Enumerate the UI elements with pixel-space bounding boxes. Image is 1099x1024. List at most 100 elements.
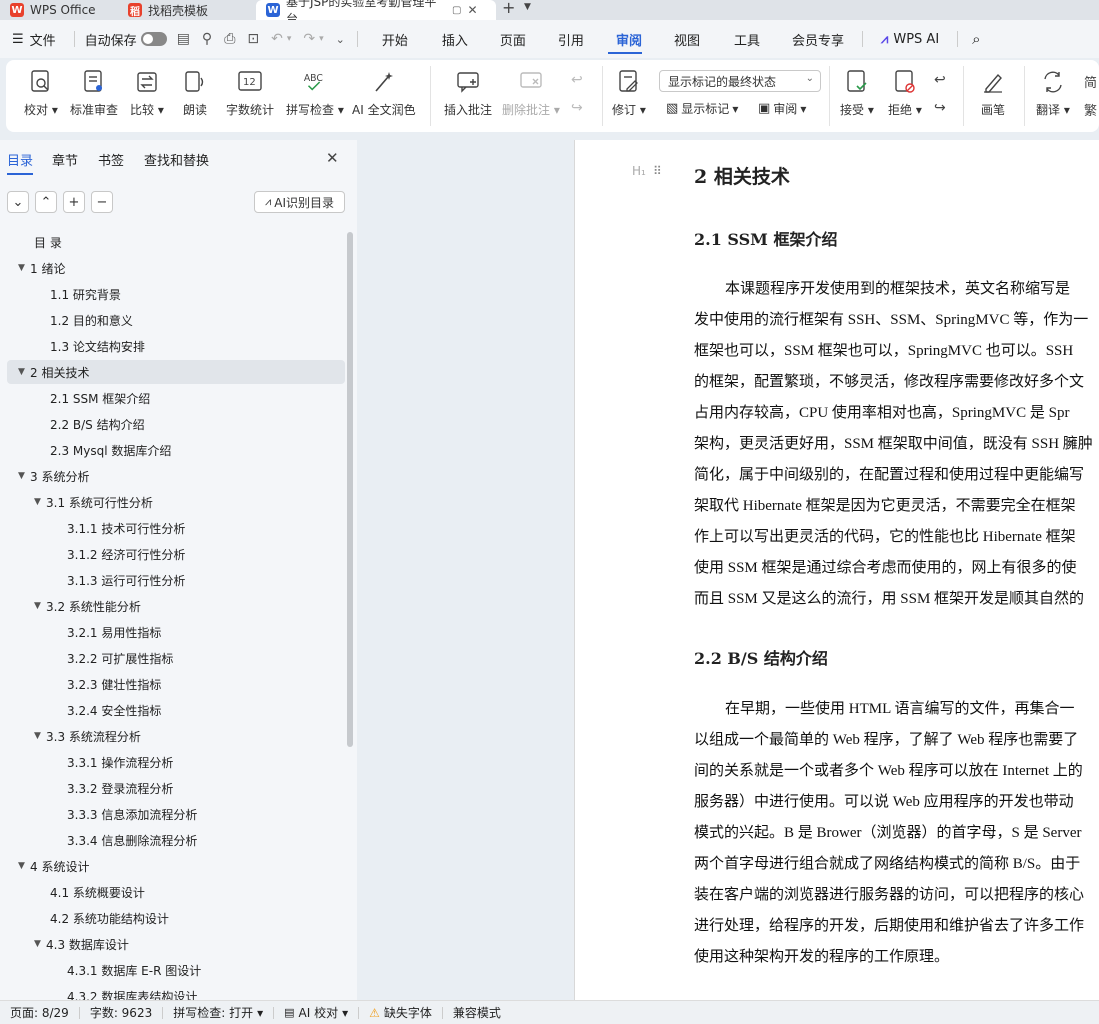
toc-item[interactable]: ▼ 3 系统分析 (0, 464, 345, 488)
caret-down-icon[interactable]: ▼ (34, 939, 46, 949)
simplified-button[interactable]: 简 (1084, 72, 1097, 91)
caret-down-icon[interactable]: ▼ (18, 861, 30, 871)
spell-check-button[interactable]: ABC 拼写检查 ▾ (286, 68, 344, 118)
toc-item[interactable]: 3.3.2 登录流程分析 (0, 776, 345, 800)
toc-item[interactable]: ▼ 4.3 数据库设计 (0, 932, 345, 956)
show-markup-button[interactable]: ▧ 显示标记 ▾ (666, 100, 738, 117)
new-tab-icon[interactable]: + (502, 0, 515, 17)
toc-item[interactable]: 2.3 Mysql 数据库介绍 (0, 438, 345, 462)
markup-mode-select[interactable]: 显示标记的最终状态 ⌄ (659, 70, 821, 92)
toc-item[interactable]: 3.2.3 健壮性指标 (0, 672, 345, 696)
read-aloud-button[interactable]: 朗读 (182, 68, 208, 118)
toc-item[interactable]: 2.1 SSM 框架介绍 (0, 386, 345, 410)
caret-down-icon[interactable]: ▼ (18, 367, 30, 377)
close-pane-icon[interactable]: ✕ (326, 149, 339, 167)
toc-item[interactable]: 3.2.2 可扩展性指标 (0, 646, 345, 670)
menu-item-tools[interactable]: 工具 (712, 20, 772, 58)
menu-item-review[interactable]: 审阅 (596, 20, 654, 58)
tab-bookmarks[interactable]: 书签 (98, 150, 124, 169)
spell-check-status[interactable]: 拼写检查: 打开 ▾ (163, 1004, 273, 1021)
toc-item[interactable]: 4.3.1 数据库 E-R 图设计 (0, 958, 345, 982)
menu-item-view[interactable]: 视图 (654, 20, 712, 58)
toc-item[interactable]: 3.3.4 信息删除流程分析 (0, 828, 345, 852)
traditional-button[interactable]: 繁 (1084, 100, 1097, 119)
compare-button[interactable]: 比较 ▾ (130, 68, 164, 118)
accept-button[interactable]: 接受 ▾ (840, 68, 874, 118)
heading-level-marker[interactable]: H₁ (632, 164, 646, 178)
autosave-toggle[interactable]: 自动保存 (81, 20, 171, 58)
redo-icon[interactable]: ↷ (303, 31, 315, 47)
caret-down-icon[interactable]: ▼ (34, 731, 46, 741)
add-heading-button[interactable]: + (63, 191, 85, 213)
file-menu[interactable]: ☰ 文件 (0, 20, 68, 58)
translate-button[interactable]: 翻译 ▾ (1036, 68, 1070, 118)
page-indicator[interactable]: 页面: 8/29 (0, 1004, 79, 1021)
missing-font-status[interactable]: ⚠ 缺失字体 (359, 1004, 442, 1021)
toc-item[interactable]: ▼ 1 绪论 (0, 256, 345, 280)
proofread-button[interactable]: 校对 ▾ (24, 68, 58, 118)
prev-change-icon[interactable]: ↩ (934, 72, 946, 88)
tab-list-chevron-icon[interactable]: ▼ (524, 2, 531, 12)
more-chevron-icon[interactable]: ⌄ (336, 33, 345, 46)
caret-down-icon[interactable]: ▼ (34, 601, 46, 611)
caret-down-icon[interactable]: ▼ (34, 497, 46, 507)
delete-comment-button[interactable]: 删除批注 ▾ (502, 68, 560, 118)
toc-item[interactable]: 4.2 系统功能结构设计 (0, 906, 345, 930)
toc-item[interactable]: 3.1.3 运行可行性分析 (0, 568, 345, 592)
print-preview-icon[interactable]: ⊡ (247, 31, 259, 47)
menu-item-references[interactable]: 引用 (538, 20, 596, 58)
tab-toc[interactable]: 目录 (7, 150, 34, 175)
save-icon[interactable]: ▤ (177, 31, 190, 47)
toc-item[interactable]: 1.2 目的和意义 (0, 308, 345, 332)
toc-item[interactable]: 3.2.1 易用性指标 (0, 620, 345, 644)
tab-chapters[interactable]: 章节 (52, 150, 78, 169)
ai-polish-button[interactable]: AI 全文润色 (352, 68, 416, 118)
next-comment-icon[interactable]: ↪ (571, 100, 583, 116)
caret-down-icon[interactable]: ▼ (18, 263, 30, 273)
standard-review-button[interactable]: 标准审查 (70, 68, 118, 118)
pen-button[interactable]: 画笔 (980, 68, 1006, 118)
word-count-button[interactable]: 12 字数统计 (226, 68, 274, 118)
toc-item[interactable]: 2.2 B/S 结构介绍 (0, 412, 345, 436)
toc-item[interactable]: 3.1.1 技术可行性分析 (0, 516, 345, 540)
tab-find-replace[interactable]: 查找和替换 (144, 150, 209, 169)
toc-item[interactable]: 3.3.1 操作流程分析 (0, 750, 345, 774)
tab-wps-office[interactable]: W WPS Office (0, 0, 106, 20)
menu-item-insert[interactable]: 插入 (420, 20, 480, 58)
menu-item-page[interactable]: 页面 (480, 20, 538, 58)
caret-down-icon[interactable]: ▼ (18, 471, 30, 481)
undo-icon[interactable]: ↶ (271, 31, 283, 47)
reject-button[interactable]: 拒绝 ▾ (888, 68, 922, 118)
remove-heading-button[interactable]: − (91, 191, 113, 213)
track-changes-button[interactable]: 修订 ▾ (612, 68, 646, 118)
tab-restore-icon[interactable]: ▢ (452, 5, 461, 16)
toc-item[interactable]: ▼ 2 相关技术 (7, 360, 345, 384)
document-page[interactable]: H₁ ⠿ 2 相关技术 2.1 SSM 框架介绍 本课题程序开发使用到的框架技术… (574, 140, 1099, 1000)
toc-item[interactable]: 3.1.2 经济可行性分析 (0, 542, 345, 566)
prev-comment-icon[interactable]: ↩ (571, 72, 583, 88)
toc-item[interactable]: 1.1 研究背景 (0, 282, 345, 306)
menu-item-member[interactable]: 会员专享 (772, 20, 856, 58)
toc-item[interactable]: ▼ 3.3 系统流程分析 (0, 724, 345, 748)
collapse-all-button[interactable]: ⌄ (7, 191, 29, 213)
drag-handle-icon[interactable]: ⠿ (653, 164, 662, 178)
toc-item[interactable]: ▼ 3.1 系统可行性分析 (0, 490, 345, 514)
insert-comment-button[interactable]: 插入批注 (444, 68, 492, 118)
redo-dropdown-icon[interactable]: ▾ (319, 34, 324, 44)
menu-item-home[interactable]: 开始 (364, 20, 420, 58)
ai-check-status[interactable]: ▤ AI 校对 ▾ (274, 1004, 358, 1021)
ai-detect-toc-button[interactable]: ⩘ AI识别目录 (254, 191, 345, 213)
undo-dropdown-icon[interactable]: ▾ (287, 34, 292, 44)
toc-scrollbar[interactable] (347, 232, 353, 747)
toc-item[interactable]: 4.1 系统概要设计 (0, 880, 345, 904)
tab-template[interactable]: 稻 找稻壳模板 (118, 0, 218, 20)
wps-ai-menu[interactable]: ⩘ WPS AI (869, 20, 951, 58)
toc-item[interactable]: 3.3.3 信息添加流程分析 (0, 802, 345, 826)
print-icon[interactable]: ⎙ (224, 31, 235, 47)
export-icon[interactable]: ⚲ (202, 31, 212, 47)
toc-item[interactable]: 3.2.4 安全性指标 (0, 698, 345, 722)
search-icon[interactable]: ⌕ (964, 20, 992, 58)
toc-item[interactable]: 1.3 论文结构安排 (0, 334, 345, 358)
tab-document[interactable]: W 基于JSP的实验室考勤管理平台 ▢ ✕ (256, 0, 496, 20)
expand-up-button[interactable]: ⌃ (35, 191, 57, 213)
